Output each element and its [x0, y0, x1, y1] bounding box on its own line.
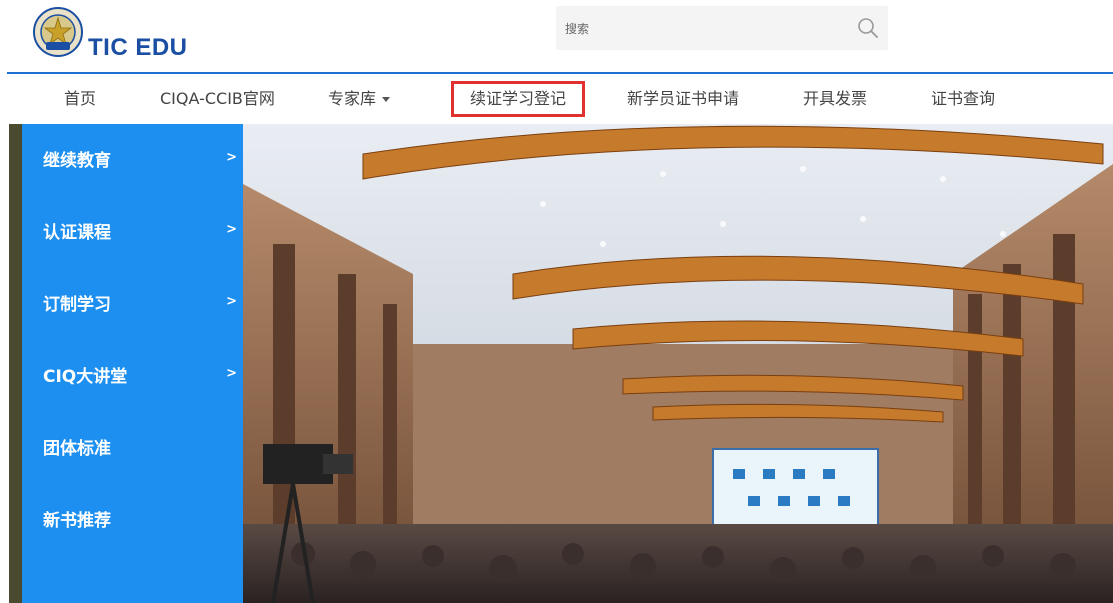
nav-item-home[interactable]: 首页	[64, 86, 96, 112]
nav-item-invoice[interactable]: 开具发票	[803, 86, 867, 112]
chevron-right-icon: >	[226, 222, 237, 237]
sidebar-item-label: 新书推荐	[43, 511, 111, 531]
sidebar-item-continuing-education[interactable]: 继续教育 >	[22, 124, 243, 190]
site-header: TIC EDU 搜索	[0, 0, 1113, 72]
chevron-right-icon: >	[226, 294, 237, 309]
sidebar-item-group-standards[interactable]: 团体标准	[22, 412, 243, 478]
category-sidebar: 继续教育 > 认证课程 > 订制学习 > CIQ大讲堂 > 团体标准 新书推荐	[22, 124, 243, 603]
sidebar-item-label: 订制学习	[43, 295, 111, 315]
emblem-icon	[33, 7, 83, 57]
main-nav: 首页 CIQA-CCIB官网 专家库 续证学习登记 新学员证书申请 开具发票 证…	[0, 74, 1113, 124]
chevron-right-icon: >	[226, 150, 237, 165]
nav-item-experts-label: 专家库	[328, 89, 377, 108]
nav-item-renewal-registration[interactable]: 续证学习登记	[451, 81, 586, 117]
hero-banner-image[interactable]	[243, 124, 1113, 603]
sidebar-item-new-books[interactable]: 新书推荐	[22, 484, 243, 550]
search-icon[interactable]	[856, 16, 880, 40]
sidebar-item-ciq-lecture[interactable]: CIQ大讲堂 >	[22, 340, 243, 406]
sidebar-item-certification-courses[interactable]: 认证课程 >	[22, 196, 243, 262]
sidebar-item-label: 继续教育	[43, 151, 111, 171]
nav-item-new-certificate[interactable]: 新学员证书申请	[627, 86, 739, 112]
chevron-right-icon: >	[226, 366, 237, 381]
sidebar-item-label: CIQ大讲堂	[43, 367, 128, 387]
search-placeholder: 搜索	[565, 22, 590, 36]
nav-item-ciqa-ccib[interactable]: CIQA-CCIB官网	[160, 86, 275, 112]
brand-name: TIC EDU	[88, 34, 188, 61]
site-logo[interactable]: TIC EDU	[30, 6, 220, 68]
nav-item-experts[interactable]: 专家库	[328, 86, 391, 112]
nav-item-certificate-query[interactable]: 证书查询	[931, 86, 995, 112]
sidebar-item-label: 团体标准	[43, 439, 111, 459]
conference-hall-illustration	[243, 124, 1113, 603]
sidebar-item-custom-learning[interactable]: 订制学习 >	[22, 268, 243, 334]
sidebar-edge	[9, 124, 22, 603]
sidebar-item-label: 认证课程	[43, 223, 111, 243]
chevron-down-icon	[382, 97, 391, 102]
search-input[interactable]: 搜索	[556, 6, 888, 50]
